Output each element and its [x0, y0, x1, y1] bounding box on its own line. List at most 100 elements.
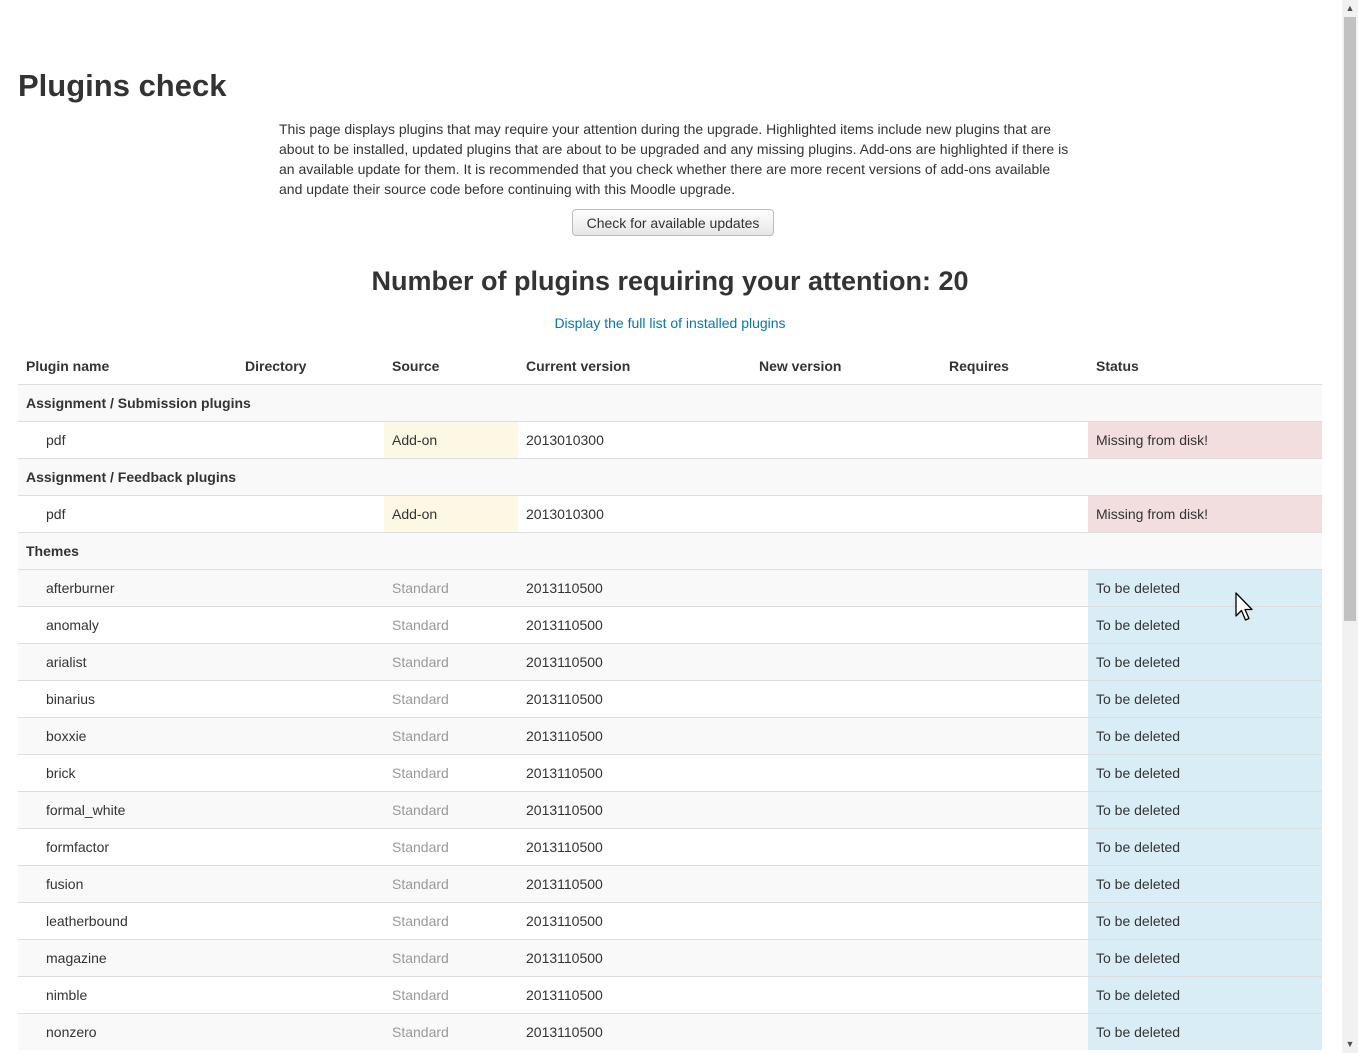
- plugin-group-name: Assignment / Submission plugins: [18, 384, 1322, 422]
- plugin-name-cell: brick: [18, 754, 237, 792]
- plugin-name-cell: formfactor: [18, 828, 237, 866]
- table-row: formfactor Standard 2013110500 To be delete…: [18, 828, 1322, 866]
- table-row: fusion Standard 2013110500 To be deleted: [18, 865, 1322, 903]
- status-cell: To be deleted: [1088, 902, 1322, 940]
- plugin-group-row: Assignment / Submission plugins: [18, 384, 1322, 422]
- directory-cell: [237, 865, 384, 903]
- plugin-name-cell: pdf: [18, 495, 237, 533]
- source-cell: Standard: [384, 939, 518, 977]
- new-version-cell: [751, 939, 941, 977]
- scroll-up-arrow-icon[interactable]: ▲: [1342, 0, 1358, 17]
- plugins-table: Plugin name Directory Source Current ver…: [18, 347, 1322, 1050]
- table-row: pdf Add-on 2013010300 Missing from disk!: [18, 421, 1322, 459]
- current-version-cell: 2013110500: [518, 569, 751, 607]
- directory-cell: [237, 976, 384, 1014]
- header-new-version: New version: [751, 347, 941, 385]
- new-version-cell: [751, 1013, 941, 1050]
- requires-cell: [941, 569, 1088, 607]
- plugin-name-cell: magazine: [18, 939, 237, 977]
- scroll-thumb[interactable]: [1344, 17, 1356, 621]
- plugin-name-cell: boxxie: [18, 717, 237, 755]
- status-cell: To be deleted: [1088, 976, 1322, 1014]
- source-cell: Standard: [384, 643, 518, 681]
- table-row: afterburner Standard 2013110500 To be delet…: [18, 569, 1322, 607]
- current-version-cell: 2013010300: [518, 495, 751, 533]
- current-version-cell: 2013010300: [518, 421, 751, 459]
- requires-cell: [941, 976, 1088, 1014]
- directory-cell: [237, 569, 384, 607]
- new-version-cell: [751, 902, 941, 940]
- requires-cell: [941, 606, 1088, 644]
- new-version-cell: [751, 606, 941, 644]
- requires-cell: [941, 421, 1088, 459]
- requires-cell: [941, 902, 1088, 940]
- current-version-cell: 2013110500: [518, 754, 751, 792]
- table-row: formal_white Standard 2013110500 To be dele…: [18, 791, 1322, 829]
- attention-summary: Number of plugins requiring your attenti…: [371, 266, 969, 296]
- source-cell: Standard: [384, 680, 518, 718]
- status-cell: Missing from disk!: [1088, 495, 1322, 533]
- source-cell: Standard: [384, 1013, 518, 1050]
- directory-cell: [237, 680, 384, 718]
- plugin-name-cell: anomaly: [18, 606, 237, 644]
- status-cell: To be deleted: [1088, 865, 1322, 903]
- plugin-name-cell: afterburner: [18, 569, 237, 607]
- new-version-cell: [751, 828, 941, 866]
- requires-cell: [941, 643, 1088, 681]
- requires-cell: [941, 680, 1088, 718]
- plugin-name-cell: pdf: [18, 421, 237, 459]
- status-cell: To be deleted: [1088, 606, 1322, 644]
- directory-cell: [237, 828, 384, 866]
- source-cell: Standard: [384, 828, 518, 866]
- requires-cell: [941, 754, 1088, 792]
- new-version-cell: [751, 717, 941, 755]
- current-version-cell: 2013110500: [518, 902, 751, 940]
- plugin-group-name: Assignment / Feedback plugins: [18, 458, 1322, 496]
- current-version-cell: 2013110500: [518, 791, 751, 829]
- current-version-cell: 2013110500: [518, 680, 751, 718]
- header-directory: Directory: [237, 347, 384, 385]
- table-row: brick Standard 2013110500 To be deleted: [18, 754, 1322, 792]
- full-list-link[interactable]: Display the full list of installed plugi…: [0, 315, 1340, 331]
- plugin-name-cell: leatherbound: [18, 902, 237, 940]
- check-updates-button[interactable]: Check for available updates: [572, 209, 774, 236]
- table-row: pdf Add-on 2013010300 Missing from disk!: [18, 495, 1322, 533]
- source-cell: Standard: [384, 754, 518, 792]
- directory-cell: [237, 643, 384, 681]
- table-row: anomaly Standard 2013110500 To be deleted: [18, 606, 1322, 644]
- scroll-down-arrow-icon[interactable]: ▼: [1342, 1036, 1358, 1053]
- header-source: Source: [384, 347, 518, 385]
- source-cell: Standard: [384, 865, 518, 903]
- header-status: Status: [1088, 347, 1322, 385]
- directory-cell: [237, 791, 384, 829]
- new-version-cell: [751, 495, 941, 533]
- status-cell: To be deleted: [1088, 569, 1322, 607]
- directory-cell: [237, 606, 384, 644]
- status-cell: To be deleted: [1088, 717, 1322, 755]
- table-row: boxxie Standard 2013110500 To be deleted: [18, 717, 1322, 755]
- current-version-cell: 2013110500: [518, 1013, 751, 1050]
- table-row: arialist Standard 2013110500 To be deleted: [18, 643, 1322, 681]
- plugin-name-cell: formal_white: [18, 791, 237, 829]
- status-cell: To be deleted: [1088, 680, 1322, 718]
- requires-cell: [941, 1013, 1088, 1050]
- new-version-cell: [751, 643, 941, 681]
- source-cell: Standard: [384, 606, 518, 644]
- current-version-cell: 2013110500: [518, 643, 751, 681]
- directory-cell: [237, 754, 384, 792]
- table-row: binarius Standard 2013110500 To be deleted: [18, 680, 1322, 718]
- directory-cell: [237, 902, 384, 940]
- requires-cell: [941, 717, 1088, 755]
- table-row: nimble Standard 2013110500 To be deleted: [18, 976, 1322, 1014]
- directory-cell: [237, 939, 384, 977]
- current-version-cell: 2013110500: [518, 828, 751, 866]
- current-version-cell: 2013110500: [518, 865, 751, 903]
- source-cell: Standard: [384, 717, 518, 755]
- source-cell: Standard: [384, 791, 518, 829]
- current-version-cell: 2013110500: [518, 606, 751, 644]
- table-header-row: Plugin name Directory Source Current ver…: [18, 347, 1322, 385]
- status-cell: To be deleted: [1088, 791, 1322, 829]
- table-row: leatherbound Standard 2013110500 To be dele…: [18, 902, 1322, 940]
- plugin-group-name: Themes: [18, 532, 1322, 570]
- vertical-scrollbar[interactable]: ▲ ▼: [1342, 0, 1358, 1053]
